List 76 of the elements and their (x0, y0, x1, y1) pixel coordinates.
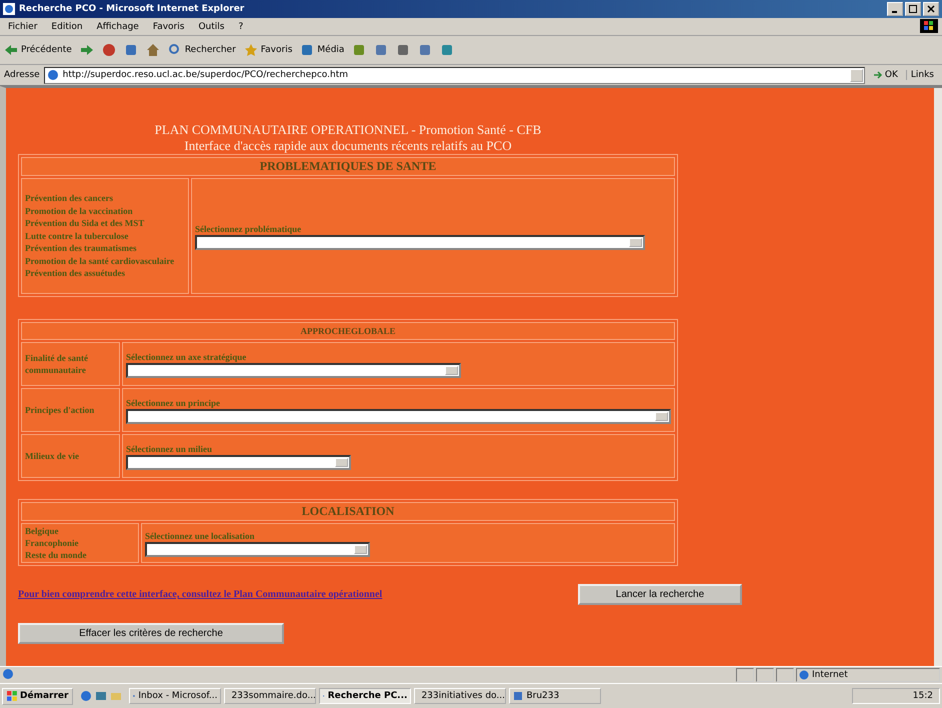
clear-button[interactable]: Effacer les critères de recherche (18, 623, 284, 644)
menu-item[interactable]: Fichier (8, 22, 38, 32)
toolbar-button[interactable] (102, 43, 116, 57)
home-icon (146, 43, 160, 57)
section-heading: PROBLEMATIQUES DE SANTE (21, 157, 675, 176)
menu-item[interactable]: Affichage (96, 22, 139, 32)
menu-item[interactable]: ? (238, 22, 244, 32)
category-label: Promotion de la vaccination (25, 204, 134, 218)
clock: 15:2 (912, 691, 933, 701)
taskbar-button[interactable]: Inbox - Microsof... (129, 688, 222, 704)
select-prompt: Sélectionnez un axe stratégique (126, 350, 248, 362)
criterion-label: Principes d'action (25, 404, 96, 416)
menu-item[interactable]: Favoris (152, 22, 184, 32)
toolbar-button[interactable]: Favoris (244, 43, 292, 57)
address-label: Adresse (4, 70, 40, 80)
criterion-label: Milieux de vie (25, 450, 80, 462)
toolbar-button[interactable]: Précédente (4, 43, 72, 57)
favorites-icon (244, 43, 258, 57)
desktop-icon[interactable] (95, 690, 108, 702)
category-label: Belgique (25, 525, 60, 537)
select-prompt: Sélectionnez une localisation (145, 530, 256, 542)
dropdown-field[interactable] (126, 362, 461, 378)
dropdown-field[interactable] (126, 408, 671, 424)
menu-item[interactable]: Outils (198, 22, 224, 32)
security-zone: Internet (796, 668, 940, 682)
section-heading: APPROCHEGLOBALE (21, 322, 675, 340)
arrow-icon (872, 70, 883, 80)
taskbar-button[interactable]: Bru233 (509, 688, 602, 704)
category-label: Reste du monde (25, 549, 88, 561)
select-prompt: Sélectionnez un principe (126, 396, 221, 408)
back-icon (4, 43, 18, 57)
dropdown-field[interactable] (145, 542, 370, 556)
category-label: Promotion de la santé cardiovasculaire (25, 254, 176, 268)
category-label: Prévention des traumatismes (25, 242, 138, 255)
toolbar-button[interactable]: Rechercher (168, 43, 236, 57)
category-label: Francophonie (25, 537, 80, 549)
category-label: Prévention des assuétudes (25, 267, 126, 280)
go-button[interactable]: OK (868, 70, 902, 80)
section-heading: LOCALISATION (21, 502, 675, 521)
close-icon (927, 5, 935, 13)
dropdown-field[interactable] (126, 454, 351, 470)
windows-logo-icon (7, 690, 18, 702)
links-button[interactable]: Links (906, 70, 938, 80)
minimize-button[interactable] (887, 2, 903, 16)
close-button[interactable] (923, 2, 939, 16)
dropdown-field[interactable] (195, 234, 645, 250)
toolbar-button[interactable] (146, 43, 160, 57)
scrollbar[interactable] (934, 88, 942, 666)
select-prompt: Sélectionnez problématique (195, 222, 302, 234)
windows-logo-icon (920, 19, 938, 33)
browser-icon[interactable] (80, 690, 92, 702)
toolbar-button[interactable] (80, 43, 94, 57)
page-icon (46, 69, 59, 81)
maximize-icon (909, 5, 917, 13)
taskbar-button[interactable]: Recherche PC... (319, 688, 412, 704)
globe-icon (799, 670, 809, 680)
address-field[interactable]: http://superdoc.reso.ucl.ac.be/superdoc/PCO/recherchepco.htm (44, 66, 865, 84)
select-prompt: Sélectionnez un milieu (126, 442, 213, 454)
page-title: PLAN COMMUNAUTAIRE OPERATIONNEL - Promotion Santé - CFB (154, 122, 542, 138)
criterion-label: Finalité de santé communautaire (25, 352, 89, 376)
maximize-button[interactable] (905, 2, 921, 16)
window-title: Recherche PCO - Microsoft Internet Explorer (19, 4, 246, 14)
forward-icon (80, 43, 94, 57)
search-button[interactable]: Lancer la recherche (578, 584, 742, 605)
taskbar-button[interactable]: 233sommaire.do... (224, 688, 316, 704)
menu-item[interactable]: Edition (51, 22, 83, 32)
stop-icon (102, 43, 116, 57)
search-icon (168, 43, 182, 57)
toolbar-button[interactable]: Média (300, 43, 344, 57)
browser-icon (3, 3, 15, 15)
start-button[interactable]: Démarrer (2, 688, 74, 704)
page-subtitle: Interface d'accès rapide aux documents récents relatifs au PCO (183, 138, 513, 154)
category-label: Prévention du Sida et des MST (25, 217, 146, 230)
category-label: Lutte contre la tuberculose (25, 230, 130, 242)
category-label: Prévention des cancers (25, 192, 114, 205)
taskbar-button[interactable]: 233initiatives do... (414, 688, 506, 704)
